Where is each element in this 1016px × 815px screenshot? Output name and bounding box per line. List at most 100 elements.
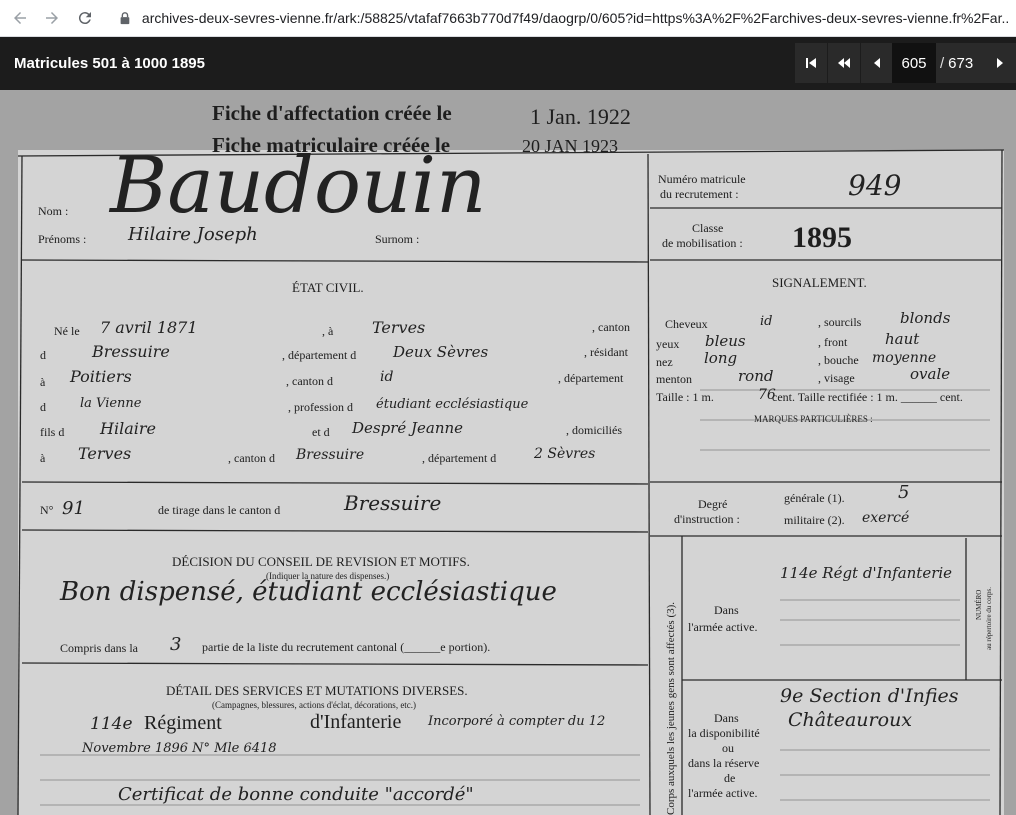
back-arrow-icon [14,12,26,24]
taille-label: Taille : 1 m. [656,390,714,404]
residant-label: , résidant [584,345,629,359]
document-image[interactable]: Fiche d'affectation créée le 1 Jan. 1922… [0,90,1016,815]
disponibilite-label-3: ou [722,741,734,755]
page-separator: / [940,54,945,72]
marques-label: MARQUES PARTICULIÈRES : [754,414,873,424]
register-sheet: Fiche d'affectation créée le 1 Jan. 1922… [0,90,1016,815]
numero-matricule-handwritten: 949 [848,169,901,202]
disponibilite-handwritten-2: Châteauroux [788,709,912,731]
d-label: d [40,348,46,362]
browser-toolbar: archives-deux-sevres-vienne.fr/ark:/5882… [0,0,1016,37]
rewind-icon [838,58,850,68]
departement2-handwritten: la Vienne [80,396,142,411]
previous-ten-button[interactable] [828,43,860,83]
detail-subtitle: (Campagnes, blessures, actions d'éclat, … [212,700,416,710]
etat-civil-title: ÉTAT CIVIL. [292,280,364,295]
nom-label: Nom : [38,204,68,218]
bouche-label: , bouche [818,353,859,367]
sourcils-label: , sourcils [818,315,862,329]
a3-label: à [40,451,46,465]
disponibilite-label-6: l'armée active. [688,786,757,800]
page-indicator: / 673 [892,43,984,83]
a-handwritten: Terves [372,318,425,337]
menton-label: menton [656,372,692,386]
fils-label: fils d [40,425,64,439]
armee-active-label-2: l'armée active. [688,620,757,634]
pere-handwritten: Hilaire [99,419,156,438]
numero-matricule-label-1: Numéro matricule [658,172,746,186]
disponibilite-label-4: dans la réserve [688,756,759,770]
first-page-icon [806,58,816,68]
degre-label-1: Degré [698,497,727,511]
prenoms-label: Prénoms : [38,232,86,246]
nez-label: nez [656,355,673,369]
des-label: d [40,400,46,414]
previous-icon [874,58,880,68]
disponibilite-label-5: de [724,771,735,785]
total-pages: 673 [948,54,974,72]
stamp-matriculaire-date: 20 JAN 1923 [522,136,618,156]
numero-repertoire-vertical-2: au répertoire du corps. [985,587,993,650]
decision-handwritten: Bon dispensé, étudiant ecclésiastique [59,577,557,607]
a-label: , à [322,324,334,338]
back-button[interactable] [8,6,32,30]
signalement-title: SIGNALEMENT. [772,275,867,290]
classe-value: 1895 [792,221,852,254]
reload-icon [78,12,91,25]
ne-le-label: Né le [54,324,80,338]
yeux-handwritten: bleus [705,332,746,350]
residence-handwritten: Poitiers [69,367,132,386]
next-page-button[interactable] [984,43,1016,83]
menton-handwritten: rond [738,367,773,385]
surnom-label: Surnom : [375,232,419,246]
taille-rest: cent. Taille rectifiée : 1 m. ______ cen… [772,390,963,404]
tirage-no-label: N° [40,503,54,517]
corps-affectes-vertical: Corps auxquels les jeunes gens sont affe… [665,602,677,815]
next-icon [997,58,1003,68]
armee-active-label-1: Dans [714,603,739,617]
cheveux-label: Cheveux [665,317,708,331]
classe-label-1: Classe [692,221,723,235]
certificat-handwritten: Certificat de bonne conduite "accordé" [118,784,474,805]
canton2-label: , canton d [286,374,333,388]
departement-label: , département d [282,348,356,362]
tirage-handwritten: 91 [62,498,85,519]
compris-label: Compris dans la [60,641,139,655]
departement3-handwritten: 2 Sèvres [533,446,595,462]
compris-handwritten: 3 [170,634,181,655]
first-page-button[interactable] [795,43,827,83]
tirage-label: de tirage dans le canton d [158,503,280,517]
front-label: , front [818,335,848,349]
infanterie-printed: d'Infanterie [310,711,401,733]
forward-button[interactable] [40,6,64,30]
militaire-handwritten: exercé [862,510,909,526]
url-text: archives-deux-sevres-vienne.fr/ark:/5882… [141,10,1008,26]
front-handwritten: haut [885,330,920,348]
decision-title: DÉCISION DU CONSEIL DE REVISION ET MOTIF… [172,554,470,569]
viewer-title: Matricules 501 à 1000 1895 [14,55,205,72]
canton3-handwritten: Bressuire [295,447,364,463]
departement3-label: , département d [422,451,496,465]
bouche-handwritten: moyenne [872,350,936,366]
mere-handwritten: Despré Jeanne [351,419,463,437]
address-bar[interactable]: archives-deux-sevres-vienne.fr/ark:/5882… [108,5,1008,31]
disponibilite-label-1: Dans [714,711,739,725]
incorpore-handwritten: Incorporé à compter du 12 [427,714,605,729]
numero-matricule-label-2: du recrutement : [660,187,739,201]
domicilies-label: , domiciliés [566,423,622,437]
page-number-input[interactable] [892,43,936,83]
prenoms-handwritten: Hilaire Joseph [127,224,258,245]
previous-page-button[interactable] [861,43,893,83]
domicile-handwritten: Terves [78,444,131,463]
canton2-handwritten: id [380,369,393,385]
nez-handwritten: long [704,349,737,367]
compris-rest: partie de la liste du recrutement canton… [202,640,490,654]
stamp-affectation-date: 1 Jan. 1922 [530,104,631,129]
disponibilite-handwritten-1: 9e Section d'Infies [780,685,959,707]
armee-active-handwritten: 114e Régt d'Infanterie [780,564,952,582]
reload-button[interactable] [73,6,97,30]
stamp-affectation: Fiche d'affectation créée le [212,101,452,125]
profession-handwritten: étudiant ecclésiastique [376,397,529,412]
forward-arrow-icon [46,12,58,24]
canton-label: , canton [592,320,630,334]
